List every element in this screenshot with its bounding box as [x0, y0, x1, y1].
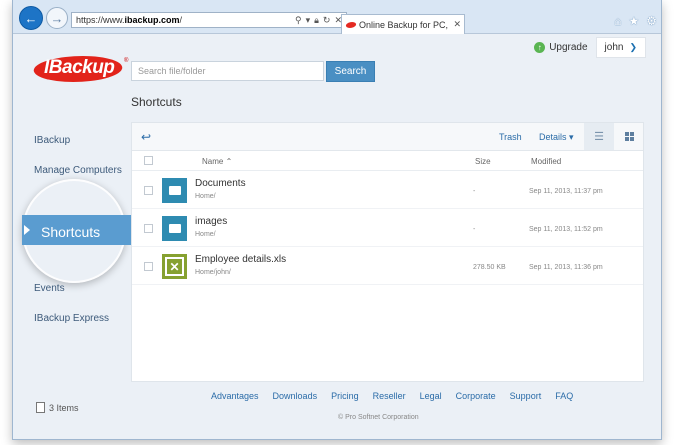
table-row[interactable]: images Home/ - Sep 11, 2013, 11:52 pm — [132, 210, 643, 247]
search-button[interactable]: Search — [326, 61, 375, 82]
star-icon[interactable]: ★ — [628, 14, 639, 28]
upgrade-link[interactable]: ↑ Upgrade — [534, 42, 588, 53]
browser-tab[interactable]: Online Backup for PC, Mac ... ✕ — [341, 14, 465, 34]
footer-link-downloads[interactable]: Downloads — [273, 391, 318, 401]
sidebar-item-shortcuts-label: Shortcuts — [41, 224, 101, 240]
items-count: 3 Items — [36, 402, 79, 413]
file-size: 278.50 KB — [473, 264, 506, 271]
footer-link-reseller[interactable]: Reseller — [373, 391, 406, 401]
page-title: Shortcuts — [131, 95, 182, 109]
document-icon — [36, 402, 45, 413]
app-area: ↑ Upgrade john ❯ IBackup ® Search file/f… — [14, 34, 661, 439]
file-modified: Sep 11, 2013, 11:37 pm — [529, 188, 603, 195]
ibackup-logo[interactable]: IBackup ® — [29, 54, 129, 84]
footer-link-support[interactable]: Support — [510, 391, 542, 401]
back-arrow-icon[interactable]: ↩ — [141, 130, 151, 144]
file-size: - — [473, 226, 476, 233]
table-row[interactable]: Documents Home/ - Sep 11, 2013, 11:37 pm — [132, 172, 643, 209]
favicon-icon — [344, 21, 358, 28]
top-bar: ↑ Upgrade john ❯ — [534, 37, 646, 58]
search-input[interactable]: Search file/folder — [131, 61, 324, 81]
row-checkbox[interactable] — [144, 186, 153, 195]
folder-icon — [162, 178, 187, 203]
sidebar-item-ibackup-express[interactable]: IBackup Express — [34, 313, 109, 324]
row-checkbox[interactable] — [144, 262, 153, 271]
file-panel: ↩ Trash Details ▾ ☰ Name ⌃ Size Modified… — [131, 122, 644, 382]
list-view-icon[interactable]: ☰ — [584, 123, 614, 150]
logo-registered: ® — [124, 58, 129, 64]
select-all-checkbox[interactable] — [144, 156, 153, 165]
browser-window: ← → https://www.ibackup.com/ ⚲ ▾ 🔒︎ ↻ ✕ … — [12, 0, 662, 440]
user-name: john — [604, 42, 624, 53]
url-text: https://www.ibackup.com/ — [76, 15, 183, 25]
logo-text: IBackup — [44, 57, 115, 78]
browser-toolbar-icons: ⌂ ★ ⚙ — [614, 14, 657, 28]
file-size: - — [473, 188, 476, 195]
grid-view-icon[interactable] — [616, 123, 642, 150]
panel-toolbar: ↩ Trash Details ▾ ☰ — [132, 123, 643, 151]
gear-icon[interactable]: ⚙ — [646, 14, 657, 28]
footer-links: Advantages Downloads Pricing Reseller Le… — [211, 391, 573, 401]
column-size-header[interactable]: Size — [475, 157, 491, 166]
file-modified: Sep 11, 2013, 11:52 pm — [529, 226, 603, 233]
footer-link-advantages[interactable]: Advantages — [211, 391, 259, 401]
search-icon[interactable]: ⚲ — [295, 13, 302, 27]
address-bar[interactable]: https://www.ibackup.com/ ⚲ ▾ 🔒︎ ↻ ✕ — [71, 12, 347, 28]
sidebar-item-manage-computers[interactable]: Manage Computers — [34, 165, 122, 176]
file-name[interactable]: Documents — [195, 178, 246, 189]
details-dropdown[interactable]: Details ▾ — [539, 132, 574, 143]
active-arrow-icon — [24, 225, 30, 235]
refresh-icon[interactable]: ↻ — [323, 13, 331, 27]
back-icon[interactable]: ← — [19, 6, 43, 30]
file-name[interactable]: Employee details.xls — [195, 254, 286, 265]
user-menu[interactable]: john ❯ — [595, 37, 646, 58]
excel-file-icon — [162, 254, 187, 279]
row-checkbox[interactable] — [144, 224, 153, 233]
sidebar-item-events[interactable]: Events — [34, 283, 65, 294]
home-icon[interactable]: ⌂ — [614, 14, 621, 28]
table-row[interactable]: Employee details.xls Home/john/ 278.50 K… — [132, 248, 643, 285]
dropdown-icon[interactable]: ▾ — [306, 13, 311, 27]
tab-close-icon[interactable]: ✕ — [453, 19, 464, 30]
address-bar-icons: ⚲ ▾ 🔒︎ ↻ ✕ — [295, 13, 346, 27]
tab-title: Online Backup for PC, Mac ... — [359, 19, 450, 30]
footer-link-legal[interactable]: Legal — [420, 391, 442, 401]
items-count-label: 3 Items — [49, 402, 79, 413]
chevron-down-icon: ❯ — [629, 42, 637, 52]
copyright: © Pro Softnet Corporation — [338, 414, 419, 421]
column-name-header[interactable]: Name ⌃ — [202, 157, 232, 166]
footer-link-faq[interactable]: FAQ — [555, 391, 573, 401]
arrow-up-icon: ↑ — [534, 42, 546, 53]
file-path: Home/ — [195, 193, 216, 200]
search-placeholder: Search file/folder — [138, 66, 206, 76]
footer-link-pricing[interactable]: Pricing — [331, 391, 359, 401]
column-modified-header[interactable]: Modified — [531, 157, 561, 166]
table-header: Name ⌃ Size Modified — [132, 151, 643, 171]
folder-icon — [162, 216, 187, 241]
file-name[interactable]: images — [195, 216, 227, 227]
file-modified: Sep 11, 2013, 11:36 pm — [529, 264, 603, 271]
browser-chrome: ← → https://www.ibackup.com/ ⚲ ▾ 🔒︎ ↻ ✕ … — [13, 0, 661, 34]
forward-icon[interactable]: → — [46, 7, 68, 29]
file-path: Home/john/ — [195, 269, 231, 276]
footer-link-corporate[interactable]: Corporate — [456, 391, 496, 401]
file-path: Home/ — [195, 231, 216, 238]
sidebar-item-ibackup[interactable]: IBackup — [34, 135, 70, 146]
lock-icon[interactable]: 🔒︎ — [314, 13, 319, 27]
upgrade-label: Upgrade — [549, 42, 588, 53]
trash-link[interactable]: Trash — [499, 132, 522, 142]
